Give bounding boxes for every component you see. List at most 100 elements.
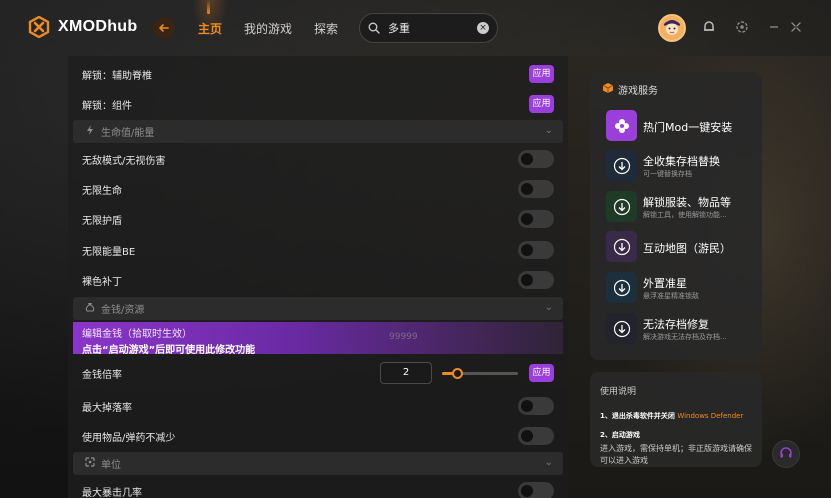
mod-label: 无限能量BE [82, 246, 136, 258]
service-desc: 解决游戏无法存档及存档... [643, 333, 727, 341]
service-name: 解锁服装、物品等 [643, 196, 731, 209]
mod-toggle[interactable] [518, 180, 554, 198]
settings-icon[interactable] [734, 19, 750, 35]
service-item-hot-mod[interactable]: 热门Mod一键安装 [606, 110, 756, 142]
service-desc: 可一键替换存档 [643, 170, 692, 178]
customer-support-button[interactable] [772, 440, 800, 468]
tab-my-games[interactable]: 我的游戏 [244, 20, 292, 37]
unit-icon [85, 457, 95, 470]
mod-row: 无限生命 [68, 174, 568, 204]
xmod-logo-icon [28, 15, 50, 39]
mod-row-unlock-component: 解锁：组件 应用 [68, 89, 568, 119]
close-icon[interactable] [788, 19, 804, 35]
edit-money-notice: 编辑金钱（拾取时生效） 点击“启动游戏”后即可使用此修改功能 99999 [73, 322, 563, 356]
download-icon [606, 150, 637, 181]
section-unit[interactable]: 单位 ⌄ [73, 452, 563, 475]
search-box: × [359, 13, 498, 43]
section-title: 生命值/能量 [101, 128, 155, 139]
instruction-step-2-title: 2、启动游戏 [600, 431, 640, 439]
mod-row: 使用物品/弹药不减少 [68, 421, 568, 451]
mod-row: 最大掉落率 [68, 391, 568, 421]
instruction-step-1: 1、退出杀毒软件并关闭 Windows Defender [600, 411, 752, 422]
notice-hint: 点击“启动游戏”后即可使用此修改功能 [82, 345, 256, 356]
flower-icon [606, 110, 637, 141]
main-nav: 主页 我的游戏 探索 [191, 0, 338, 38]
back-button[interactable] [153, 17, 175, 39]
apply-button[interactable]: 应用 [529, 364, 554, 382]
search-input[interactable] [388, 21, 472, 35]
service-item-interactive-map[interactable]: 互动地图（游民） [606, 231, 756, 263]
mod-label: 使用物品/弹药不减少 [82, 432, 176, 444]
section-title: 单位 [101, 460, 121, 471]
mod-label: 解锁：组件 [82, 100, 132, 112]
money-rate-slider[interactable] [442, 367, 518, 379]
service-desc: 悬浮准星精准锁敌 [643, 292, 699, 300]
mod-row-unlock-spine: 解锁：辅助脊椎 应用 [68, 59, 568, 89]
mod-toggle[interactable] [518, 150, 554, 168]
service-item-unlock-items[interactable]: 解锁服装、物品等 解锁工具，使用解锁功能... [606, 191, 756, 223]
chevron-down-icon: ⌄ [544, 457, 553, 468]
mod-label: 金钱倍率 [82, 369, 122, 381]
slider-thumb[interactable] [452, 367, 464, 379]
usage-instructions-card: 使用说明 1、退出杀毒软件并关闭 Windows Defender 2、启动游戏… [590, 372, 762, 467]
chevron-down-icon: ⌄ [544, 125, 553, 136]
apply-button[interactable]: 应用 [529, 65, 554, 83]
headset-icon [779, 445, 793, 464]
money-bag-icon [85, 302, 95, 315]
section-health[interactable]: 生命值/能量 ⌄ [73, 120, 563, 143]
notification-icon[interactable] [701, 19, 717, 35]
service-name: 热门Mod一键安装 [643, 121, 733, 134]
money-value-placeholder: 99999 [389, 332, 418, 342]
clear-search-icon[interactable]: × [477, 22, 489, 34]
service-item-crosshair[interactable]: 外置准星 悬浮准星精准锁敌 [606, 272, 756, 304]
mod-label: 裸色补丁 [82, 276, 122, 288]
service-item-save-replace[interactable]: 全收集存档替换 可一键替换存档 [606, 150, 756, 182]
app-logo[interactable]: XMODhub [28, 15, 137, 39]
service-desc: 解锁工具，使用解锁功能... [643, 211, 727, 219]
service-name: 外置准星 [643, 277, 687, 290]
apply-button[interactable]: 应用 [529, 95, 554, 113]
lightning-icon [85, 125, 95, 138]
mod-row: 无限护盾 [68, 204, 568, 234]
minimize-icon[interactable] [766, 19, 782, 35]
mod-toggle[interactable] [518, 210, 554, 228]
mod-label: 最大暴击几率 [82, 487, 142, 498]
mod-label: 最大掉落率 [82, 402, 132, 414]
download-icon [606, 272, 637, 303]
money-rate-input[interactable]: 2 [380, 362, 432, 384]
mod-toggle[interactable] [518, 482, 554, 498]
services-title: 游戏服务 [618, 86, 658, 97]
step-1-text: 1、退出杀毒软件并关闭 [600, 412, 675, 420]
tab-explore[interactable]: 探索 [314, 20, 338, 37]
service-name: 互动地图（游民） [643, 242, 731, 255]
mod-label: 解锁：辅助脊椎 [82, 70, 152, 82]
mod-label: 无限护盾 [82, 215, 122, 227]
mod-row: 最大暴击几率 [68, 476, 568, 498]
avatar[interactable] [658, 14, 686, 42]
mod-toggle[interactable] [518, 397, 554, 415]
mod-row: 裸色补丁 [68, 265, 568, 295]
mod-row: 无敌模式/无视伤害 [68, 144, 568, 174]
search-icon [368, 19, 380, 38]
notice-title: 编辑金钱（拾取时生效） [82, 329, 192, 340]
game-services-card: 游戏服务 热门Mod一键安装 全收集存档替换 可一键替换存档 解锁服装、物品等 … [590, 72, 762, 360]
mod-row-money-rate: 金钱倍率 2 应用 [68, 358, 568, 388]
mod-toggle[interactable] [518, 241, 554, 259]
top-bar: XMODhub 主页 我的游戏 探索 × [0, 0, 831, 56]
services-header: 游戏服务 [602, 82, 658, 97]
arrow-left-icon [158, 19, 170, 38]
mod-toggle[interactable] [518, 427, 554, 445]
download-icon [606, 231, 637, 262]
instruction-step-2-desc: 进入游戏，需保持单机；非正版游戏请确保可以进入游戏 [600, 444, 752, 465]
mod-options-panel: 解锁：辅助脊椎 应用 解锁：组件 应用 生命值/能量 ⌄ 无敌模式/无视伤害 无… [68, 56, 568, 498]
section-money[interactable]: 金钱/资源 ⌄ [73, 297, 563, 320]
instructions-title: 使用说明 [600, 387, 637, 397]
download-icon [606, 313, 637, 344]
chevron-down-icon: ⌄ [544, 302, 553, 313]
service-item-save-fix[interactable]: 无法存档修复 解决游戏无法存档及存档... [606, 313, 756, 345]
cube-icon [602, 82, 614, 97]
tab-home[interactable]: 主页 [191, 0, 229, 38]
mod-label: 无限生命 [82, 185, 122, 197]
section-title: 金钱/资源 [101, 305, 145, 316]
mod-toggle[interactable] [518, 271, 554, 289]
